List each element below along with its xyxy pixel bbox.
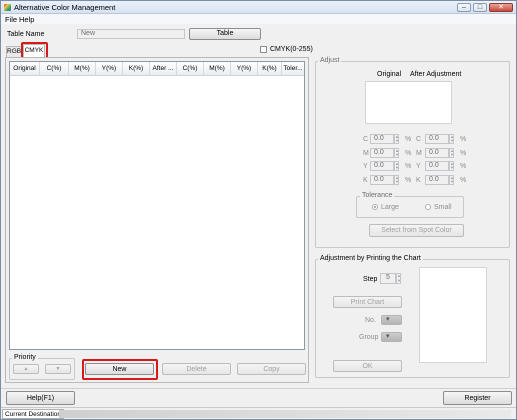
k-original-spinner[interactable]: ▲ ▼ <box>394 175 399 185</box>
status-bar: Current Destination <box>1 407 516 419</box>
no-dropdown[interactable] <box>381 315 402 325</box>
color-preview <box>365 81 452 124</box>
k-after-unit: % <box>460 177 467 184</box>
cmyk-255-label: CMYK(0-255) <box>270 46 313 53</box>
table-name-field[interactable]: New <box>77 29 185 39</box>
select-spot-color-button[interactable]: Select from Spot Color <box>369 224 464 237</box>
priority-up-button[interactable]: ▲ <box>13 364 39 374</box>
help-button[interactable]: Help(F1) <box>6 391 75 405</box>
menu-help[interactable]: Help <box>19 15 34 24</box>
y-original-unit: % <box>405 163 412 170</box>
y-after-label: Y <box>416 163 421 170</box>
new-button-highlight <box>82 359 158 380</box>
close-button[interactable]: ✕ <box>489 3 513 12</box>
m-after-label: M <box>416 150 422 157</box>
col-tolerance[interactable]: Toler... <box>282 62 304 76</box>
k-after-spinner[interactable]: ▲ ▼ <box>449 175 454 185</box>
tolerance-large-radio[interactable] <box>372 204 378 210</box>
group-dropdown[interactable] <box>381 332 402 342</box>
y-after-spinner[interactable]: ▲ ▼ <box>449 161 454 171</box>
status-field <box>59 410 511 418</box>
col-c-after[interactable]: C(%) <box>177 62 204 76</box>
c-label: C <box>363 136 369 143</box>
k-original-unit: % <box>405 177 412 184</box>
tolerance-large-label: Large <box>381 204 399 211</box>
chart-preview <box>419 267 487 363</box>
m-after-spinner[interactable]: ▲ ▼ <box>449 148 454 158</box>
m-after-unit: % <box>460 150 467 157</box>
minimize-button[interactable]: – <box>457 3 471 12</box>
group-label: Group <box>359 334 379 341</box>
c-original-unit: % <box>405 136 412 143</box>
c-after-spinner[interactable]: ▲ ▼ <box>449 134 454 144</box>
after-adjustment-label: After Adjustment <box>410 71 462 78</box>
k-label: K <box>363 177 368 184</box>
table-button[interactable]: Table <box>189 28 261 40</box>
delete-button[interactable]: Delete <box>162 363 231 375</box>
k-after-label: K <box>416 177 421 184</box>
m-original-unit: % <box>405 150 412 157</box>
y-after-field[interactable]: 0.0 <box>425 161 449 171</box>
y-original-spinner[interactable]: ▲ ▼ <box>394 161 399 171</box>
maximize-button[interactable]: □ <box>473 3 487 12</box>
priority-down-button[interactable]: ▼ <box>45 364 71 374</box>
y-original-field[interactable]: 0.0 <box>370 161 394 171</box>
ok-button[interactable]: OK <box>333 360 402 372</box>
app-icon <box>4 4 11 11</box>
cmyk-255-checkbox[interactable] <box>260 46 267 53</box>
tab-rgb[interactable]: RGB <box>6 46 22 57</box>
y-after-unit: % <box>460 163 467 170</box>
step-label: Step <box>363 276 378 283</box>
original-label: Original <box>377 71 402 78</box>
menu-file[interactable]: File <box>5 15 17 24</box>
footer-divider <box>1 388 516 389</box>
no-label: No. <box>365 317 376 324</box>
col-m-after[interactable]: M(%) <box>204 62 231 76</box>
adjust-title: Adjust <box>318 57 342 64</box>
menu-bar: File Help <box>1 14 516 24</box>
table-header: Original C(%) M(%) Y(%) K(%) After ... C… <box>10 62 304 76</box>
copy-button[interactable]: Copy <box>237 363 306 375</box>
tolerance-title: Tolerance <box>360 192 395 199</box>
m-after-field[interactable]: 0.0 <box>425 148 449 158</box>
print-chart-button[interactable]: Print Chart <box>333 296 402 308</box>
col-c[interactable]: C(%) <box>40 62 69 76</box>
color-table[interactable]: Original C(%) M(%) Y(%) K(%) After ... C… <box>9 61 305 350</box>
k-after-field[interactable]: 0.0 <box>425 175 449 185</box>
k-original-field[interactable]: 0.0 <box>370 175 394 185</box>
c-original-field[interactable]: 0.0 <box>370 134 394 144</box>
col-y-after[interactable]: Y(%) <box>231 62 258 76</box>
chart-adjust-title: Adjustment by Printing the Chart <box>318 255 423 262</box>
col-y[interactable]: Y(%) <box>96 62 123 76</box>
col-m[interactable]: M(%) <box>69 62 96 76</box>
c-after-field[interactable]: 0.0 <box>425 134 449 144</box>
step-field[interactable]: 5 <box>380 273 396 284</box>
col-k[interactable]: K(%) <box>123 62 150 76</box>
m-label: M <box>363 150 369 157</box>
tolerance-small-label: Small <box>434 204 452 211</box>
m-original-spinner[interactable]: ▲ ▼ <box>394 148 399 158</box>
col-after[interactable]: After ... <box>150 62 177 76</box>
y-label: Y <box>363 163 368 170</box>
c-after-label: C <box>416 136 422 143</box>
col-k-after[interactable]: K(%) <box>258 62 282 76</box>
window-title: Alternative Color Management <box>14 3 116 12</box>
c-after-unit: % <box>460 136 467 143</box>
m-original-field[interactable]: 0.0 <box>370 148 394 158</box>
c-original-spinner[interactable]: ▲ ▼ <box>394 134 399 144</box>
col-original[interactable]: Original <box>10 62 40 76</box>
current-destination: Current Destination <box>2 409 64 419</box>
title-bar: Alternative Color Management – □ ✕ <box>1 1 516 14</box>
main-window: Alternative Color Management – □ ✕ File … <box>0 0 517 420</box>
register-button[interactable]: Register <box>443 391 512 405</box>
tolerance-small-radio[interactable] <box>425 204 431 210</box>
priority-title: Priority <box>12 354 38 361</box>
table-name-label: Table Name <box>7 31 45 38</box>
step-spinner[interactable]: ▲ ▼ <box>396 273 401 284</box>
